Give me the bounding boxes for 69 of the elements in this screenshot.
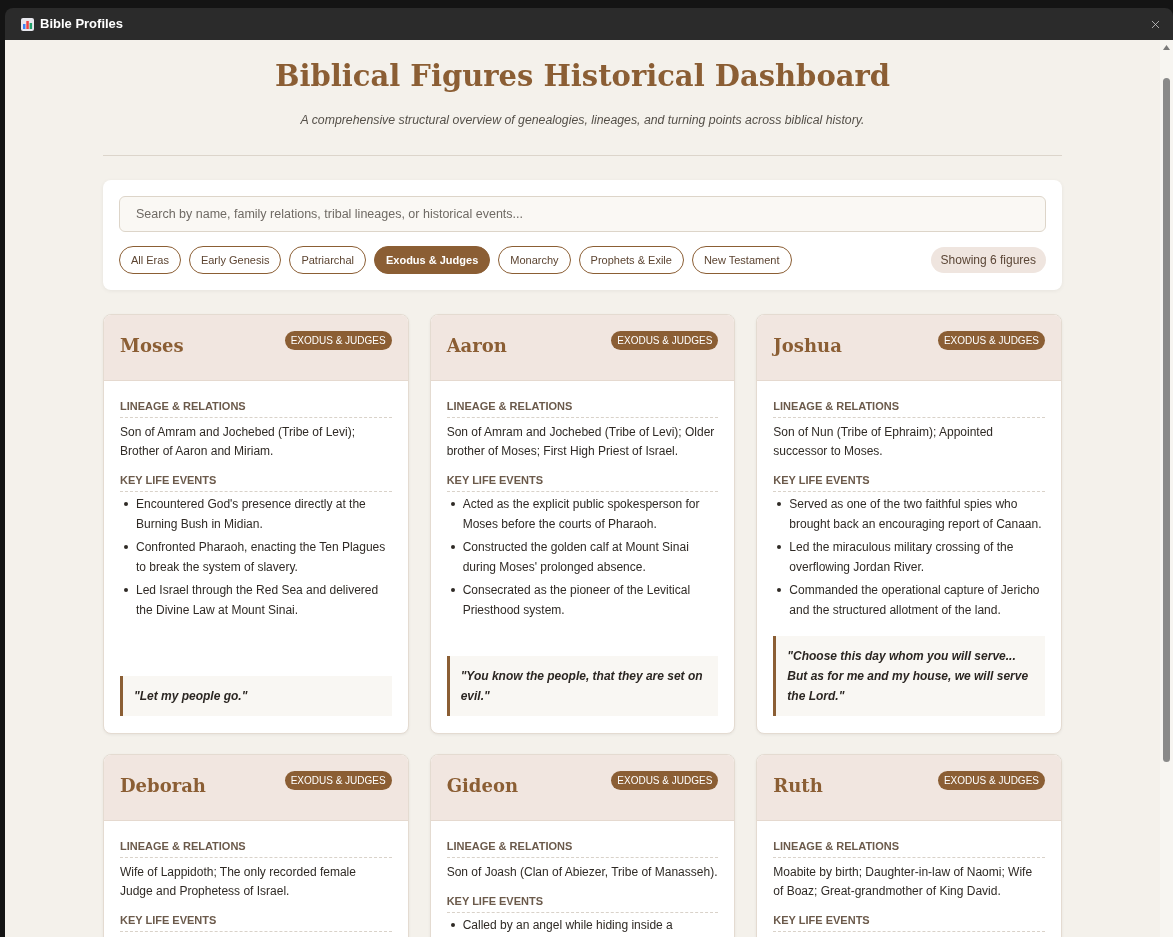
- section-label: LINEAGE & RELATIONS: [446, 839, 719, 858]
- section-label: LINEAGE & RELATIONS: [446, 399, 719, 418]
- figure-name: Aaron: [446, 334, 507, 358]
- quote: "Choose this day whom you will serve... But as for me and my house, we will serve the Lord.": [773, 636, 1045, 716]
- section-label: KEY LIFE EVENTS: [446, 894, 719, 913]
- era-badge: EXODUS & JUDGES: [611, 771, 719, 790]
- lineage-text: Son of Joash (Clan of Abiezer, Tribe of Manasseh).: [446, 864, 719, 881]
- filter-chip[interactable]: Prophets & Exile: [578, 246, 684, 274]
- lineage-text: Moabite by birth; Daughter-in-law of Naomi; Wife of Boaz; Great-grandmother of King David.: [773, 864, 1034, 900]
- section-label: KEY LIFE EVENTS: [446, 473, 719, 492]
- lineage-text: Son of Nun (Tribe of Ephraim); Appointed successor to Moses.: [773, 424, 994, 460]
- filter-chip[interactable]: Exodus & Judges: [373, 246, 491, 274]
- bullet-icon: [450, 502, 455, 506]
- event-text: Led the miraculous military crossing of the overflowing Jordan River.: [789, 539, 1015, 576]
- figure-name: Moses: [120, 334, 184, 358]
- era-badge: EXODUS & JUDGES: [284, 771, 392, 790]
- section-label: LINEAGE & RELATIONS: [773, 399, 1045, 418]
- page-title: Biblical Figures Historical Dashboard: [274, 58, 891, 95]
- bullet-icon: [124, 545, 128, 549]
- result-count: Showing 6 figures: [930, 247, 1046, 273]
- page-subtitle: A comprehensive structural overview of genealogies, lineages, and turning points across biblical history.: [300, 112, 865, 128]
- figure-name: Ruth: [773, 774, 823, 798]
- section-label: LINEAGE & RELATIONS: [773, 839, 1045, 858]
- event-text: Acted as the explicit public spokesperson for Moses before the courts of Pharaoh.: [462, 496, 701, 533]
- bar-chart-icon: [21, 17, 34, 31]
- bullet-icon: [777, 588, 782, 592]
- lineage-text: Son of Amram and Jochebed (Tribe of Levi); Older brother of Moses; First High Priest of Israel.: [446, 424, 716, 460]
- search-field[interactable]: Search by name, family relations, tribal lineages, or historical events...: [119, 196, 1046, 232]
- event-text: Constructed the golden calf at Mount Sinai during Moses' prolonged absence.: [462, 539, 690, 576]
- filter-chip[interactable]: All Eras: [119, 246, 181, 274]
- filter-chip[interactable]: Monarchy: [498, 246, 571, 274]
- filter-chip[interactable]: Early Genesis: [188, 246, 282, 274]
- section-label: LINEAGE & RELATIONS: [120, 399, 392, 418]
- figure-name: Deborah: [120, 774, 206, 798]
- era-badge: EXODUS & JUDGES: [937, 331, 1045, 350]
- scroll-up-icon[interactable]: [1163, 45, 1170, 50]
- bullet-icon: [777, 545, 782, 549]
- section-label: KEY LIFE EVENTS: [120, 473, 392, 492]
- section-label: KEY LIFE EVENTS: [773, 473, 1045, 492]
- filter-chip[interactable]: New Testament: [691, 246, 792, 274]
- bullet-icon: [124, 502, 128, 506]
- event-text: Confronted Pharaoh, enacting the Ten Plagues to break the system of slavery.: [136, 539, 387, 576]
- quote: "Let my people go.": [120, 676, 392, 716]
- event-text: Called by an angel while hiding inside a: [462, 917, 673, 934]
- figure-name: Joshua: [773, 334, 842, 358]
- event-text: Served as one of the two faithful spies who brought back an encouraging report of Canaan.: [789, 496, 1043, 533]
- event-text: Consecrated as the pioneer of the Levitical Priesthood system.: [462, 582, 692, 619]
- scrollbar[interactable]: [1160, 40, 1173, 937]
- filter-chip[interactable]: Patriarchal: [289, 246, 366, 274]
- bullet-icon: [450, 588, 455, 592]
- event-text: Encountered God's presence directly at the Burning Bush in Midian.: [136, 496, 367, 533]
- era-badge: EXODUS & JUDGES: [937, 771, 1045, 790]
- window-title: Bible Profiles: [40, 15, 124, 34]
- bullet-icon: [777, 502, 782, 506]
- bullet-icon: [450, 923, 455, 927]
- bullet-icon: [124, 588, 128, 592]
- section-label: LINEAGE & RELATIONS: [120, 839, 392, 858]
- lineage-text: Wife of Lappidoth; The only recorded female Judge and Prophetess of Israel.: [120, 864, 357, 900]
- figure-name: Gideon: [446, 774, 518, 798]
- scrollbar-thumb[interactable]: [1163, 78, 1170, 762]
- event-text: Commanded the operational capture of Jericho and the structured allotment of the land.: [789, 582, 1041, 619]
- section-label: KEY LIFE EVENTS: [773, 913, 1045, 932]
- bullet-icon: [450, 545, 455, 549]
- era-badge: EXODUS & JUDGES: [284, 331, 392, 350]
- quote: "You know the people, that they are set on evil.": [446, 656, 719, 716]
- section-label: KEY LIFE EVENTS: [120, 913, 392, 932]
- event-text: Led Israel through the Red Sea and delivered the Divine Law at Mount Sinai.: [136, 582, 380, 619]
- era-badge: EXODUS & JUDGES: [611, 331, 719, 350]
- lineage-text: Son of Amram and Jochebed (Tribe of Levi); Brother of Aaron and Miriam.: [120, 424, 356, 460]
